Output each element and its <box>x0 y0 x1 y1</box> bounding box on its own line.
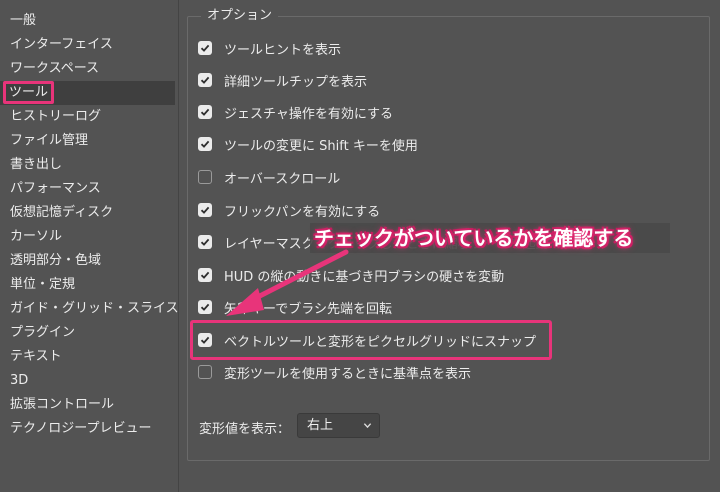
sidebar-item-technology-previews[interactable]: テクノロジープレビュー <box>0 417 175 441</box>
checkbox[interactable] <box>198 268 212 282</box>
option-flick-panning[interactable]: フリックパンを有効にする <box>198 201 381 220</box>
sidebar-item-label: インターフェイス <box>10 37 113 52</box>
sidebar-item-label: ヒストリーログ <box>10 109 102 124</box>
checkmark-icon <box>200 44 210 52</box>
sidebar-item-label: 書き出し <box>10 157 63 172</box>
checkmark-icon <box>200 271 210 279</box>
sidebar-item-label: テキスト <box>10 349 62 364</box>
option-label: ツールの変更に Shift キーを使用 <box>224 138 418 154</box>
sidebar-item-label: ワークスペース <box>10 61 100 76</box>
option-label: フリックパンを有効にする <box>224 204 381 220</box>
checkbox[interactable] <box>198 365 212 379</box>
option-label: オーバースクロール <box>224 171 341 187</box>
arrow-icon <box>226 249 349 316</box>
sidebar-item-label: カーソル <box>10 229 63 244</box>
sidebar-item-tools[interactable]: ツール <box>0 81 175 105</box>
sidebar-item-plugins[interactable]: プラグイン <box>0 321 175 345</box>
checkmark-icon <box>200 76 210 84</box>
sidebar-divider <box>178 0 179 492</box>
checkbox[interactable] <box>198 300 212 314</box>
sidebar-item-history-log[interactable]: ヒストリーログ <box>0 105 175 129</box>
sidebar-item-general[interactable]: 一般 <box>0 9 175 33</box>
checkbox[interactable] <box>198 73 212 87</box>
option-label: 変形ツールを使用するときに基準点を表示 <box>224 366 472 382</box>
sidebar-item-export[interactable]: 書き出し <box>0 153 175 177</box>
sidebar-item-label: 一般 <box>10 13 37 28</box>
checkbox[interactable] <box>198 170 212 184</box>
checkbox[interactable] <box>198 137 212 151</box>
sidebar-item-guides-grid-slices[interactable]: ガイド・グリッド・スライス <box>0 297 179 321</box>
checkmark-icon <box>200 140 210 148</box>
transform-values-label: 変形値を表示： <box>199 422 291 437</box>
select-value: 右上 <box>307 418 334 433</box>
sidebar-item-interface[interactable]: インターフェイス <box>0 33 175 57</box>
checkbox[interactable] <box>198 203 212 217</box>
option-enable-gestures[interactable]: ジェスチャ操作を有効にする <box>198 103 394 122</box>
sidebar-item-performance[interactable]: パフォーマンス <box>0 177 175 201</box>
preferences-sidebar: 一般 インターフェイス ワークスペース ツール ヒストリーログ ファイル管理 書… <box>0 0 179 492</box>
option-rich-tooltips[interactable]: 詳細ツールチップを表示 <box>198 71 368 90</box>
option-show-tooltips[interactable]: ツールヒントを表示 <box>198 39 342 58</box>
sidebar-item-label: ファイル管理 <box>10 133 89 148</box>
option-label: ツールヒントを表示 <box>224 42 342 58</box>
sidebar-item-3d[interactable]: 3D <box>0 369 175 393</box>
transform-values-select[interactable]: 右上 <box>297 413 380 438</box>
sidebar-item-enhanced-controls[interactable]: 拡張コントロール <box>0 393 175 417</box>
highlight-box <box>190 320 552 360</box>
sidebar-item-cursors[interactable]: カーソル <box>0 225 175 249</box>
sidebar-item-label: 単位・定規 <box>10 277 76 292</box>
sidebar-item-scratch-disks[interactable]: 仮想記憶ディスク <box>0 201 175 225</box>
sidebar-item-label: 透明部分・色域 <box>10 253 102 268</box>
checkbox[interactable] <box>198 41 212 55</box>
sidebar-item-transparency-gamut[interactable]: 透明部分・色域 <box>0 249 175 273</box>
sidebar-item-label: テクノロジープレビュー <box>10 421 152 436</box>
sidebar-item-type[interactable]: テキスト <box>0 345 175 369</box>
sidebar-item-units-rulers[interactable]: 単位・定規 <box>0 273 175 297</box>
checkmark-icon <box>200 303 210 311</box>
preferences-dialog: 一般 インターフェイス ワークスペース ツール ヒストリーログ ファイル管理 書… <box>0 0 720 492</box>
sidebar-item-label: ガイド・グリッド・スライス <box>10 301 179 316</box>
chevron-down-icon <box>363 423 372 429</box>
sidebar-item-label: 拡張コントロール <box>10 397 115 412</box>
option-overscroll[interactable]: オーバースクロール <box>198 168 341 187</box>
sidebar-item-label: パフォーマンス <box>10 181 101 196</box>
annotation-text: チェックがついているかを確認する <box>314 226 634 250</box>
checkmark-icon <box>200 238 210 246</box>
sidebar-item-label: ツール <box>3 81 55 104</box>
checkbox[interactable] <box>198 105 212 119</box>
option-show-reference-point[interactable]: 変形ツールを使用するときに基準点を表示 <box>198 363 472 382</box>
options-group-title: オプション <box>201 8 279 24</box>
sidebar-item-file-handling[interactable]: ファイル管理 <box>0 129 175 153</box>
sidebar-item-workspace[interactable]: ワークスペース <box>0 57 175 81</box>
checkmark-icon <box>200 108 210 116</box>
option-label: ジェスチャ操作を有効にする <box>224 106 394 122</box>
sidebar-item-label: プラグイン <box>10 325 76 340</box>
option-label: 詳細ツールチップを表示 <box>224 74 368 90</box>
option-shift-tool-switch[interactable]: ツールの変更に Shift キーを使用 <box>198 135 418 154</box>
sidebar-item-label: 3D <box>10 373 29 388</box>
checkbox[interactable] <box>198 235 212 249</box>
sidebar-item-label: 仮想記憶ディスク <box>10 205 114 220</box>
checkmark-icon <box>200 206 210 214</box>
